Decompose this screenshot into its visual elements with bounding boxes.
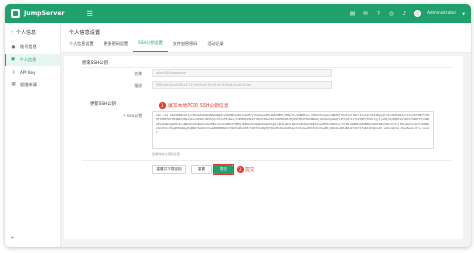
- help-icon[interactable]: ?: [375, 10, 382, 17]
- sidebar-item-account[interactable]: ● 账号信息: [5, 41, 60, 54]
- section-divider: [82, 160, 452, 161]
- sidebar-title-label: 个人信息: [16, 29, 37, 36]
- tab-bar: 个人信息设置 更多密码设置 SSH公钥设置 文件加密密码 活动记录: [69, 39, 229, 52]
- apply-icon: ▦: [11, 82, 16, 88]
- page-header: 个人信息设置 个人信息设置 更多密码设置 SSH公钥设置 文件加密密码 活动记录: [61, 23, 471, 53]
- tab-password-settings[interactable]: 更多密码设置: [99, 39, 134, 52]
- new-ssh-key-section-title: 更新SSH公钥: [90, 102, 116, 107]
- user-icon: ●: [11, 44, 16, 50]
- annotation-step-2-text: 提交: [245, 168, 255, 173]
- hamburger-icon[interactable]: ☰: [87, 10, 93, 18]
- annotation-submit-highlight: [213, 164, 234, 175]
- sidebar-item-permission-apply[interactable]: ▦ 权限申请: [5, 79, 60, 92]
- name-label: 名称: [134, 71, 142, 76]
- tab-file-encryption-password[interactable]: 文件加密密码: [168, 39, 203, 52]
- reset-button[interactable]: 重置: [191, 165, 212, 174]
- sidebar-title: ‹ 个人信息: [5, 23, 60, 41]
- tab-profile-settings[interactable]: 个人信息设置: [69, 39, 99, 52]
- tab-activity-log[interactable]: 活动记录: [202, 39, 228, 52]
- language-icon[interactable]: ◎: [388, 10, 395, 17]
- ticket-icon[interactable]: ▤: [349, 10, 356, 17]
- logo[interactable]: JumpServer: [11, 9, 65, 18]
- top-right-actions: ▤ ✉ ? ◎ ♪ Administrator ▼: [349, 4, 465, 23]
- bell-icon[interactable]: ♪: [401, 10, 408, 17]
- ssh-pubkey-label: * SSH公钥: [123, 113, 142, 118]
- brand-name: JumpServer: [24, 10, 65, 17]
- ssh-pubkey-hint: 复制你的公钥到这里: [152, 152, 180, 156]
- sidebar-item-profile[interactable]: ▣ 个人信息: [5, 53, 60, 66]
- annotation-step-1-badge: 1: [159, 102, 166, 109]
- sidebar-item-label: 权限申请: [20, 81, 37, 87]
- sidebar: ‹ 个人信息 ● 账号信息 ▣ 个人信息 ⚷ API Key ▦ 权限申请 ⇤: [5, 23, 61, 247]
- jumpserver-logo-icon: [11, 9, 20, 18]
- name-field: admin@jumpserver: [152, 69, 332, 77]
- page-title: 个人信息设置: [69, 30, 101, 36]
- section-divider: [82, 67, 452, 68]
- chevron-down-icon[interactable]: ▼: [462, 12, 465, 16]
- ssh-key-form-card: 原来SSH公钥 名称 admin@jumpserver 指纹 MD5:de:1e…: [64, 56, 463, 239]
- back-arrow-icon[interactable]: ‹: [11, 29, 13, 35]
- username[interactable]: Administrator: [427, 11, 456, 16]
- app-window: JumpServer ☰ ▤ ✉ ? ◎ ♪ Administrator ▼ ‹…: [5, 4, 471, 247]
- tab-ssh-key-settings[interactable]: SSH公钥设置: [133, 39, 168, 52]
- fingerprint-field: MD5:de:1e:e5:80:c5:71:7e:f9:c6:35:59:4f:…: [152, 81, 332, 89]
- sidebar-item-label: 账号信息: [20, 44, 37, 50]
- annotation-step-2-badge: 2: [237, 166, 244, 173]
- top-bar: JumpServer ☰ ▤ ✉ ? ◎ ♪ Administrator ▼: [5, 4, 471, 23]
- annotation-step-1-text: 填写本地PC的 SSH公钥信息: [168, 104, 229, 109]
- fingerprint-label: 指纹: [134, 83, 142, 88]
- sidebar-item-label: API Key: [20, 69, 36, 75]
- ssh-pubkey-textarea[interactable]: ssh-rsa AAAAB3NzaC1yc2EAAAADAQABAAABgQCv…: [152, 111, 434, 149]
- avatar[interactable]: [414, 10, 421, 17]
- message-icon[interactable]: ✉: [362, 10, 369, 17]
- collapse-icon[interactable]: ⇤: [11, 235, 15, 241]
- profile-icon: ▣: [10, 57, 16, 63]
- old-ssh-key-section-title: 原来SSH公钥: [82, 61, 108, 66]
- sidebar-item-label: 个人信息: [19, 56, 37, 62]
- key-icon: ⚷: [11, 69, 16, 75]
- reset-and-download-key-button[interactable]: 重置并下载密钥: [152, 165, 186, 174]
- sidebar-item-api-key[interactable]: ⚷ API Key: [5, 66, 60, 79]
